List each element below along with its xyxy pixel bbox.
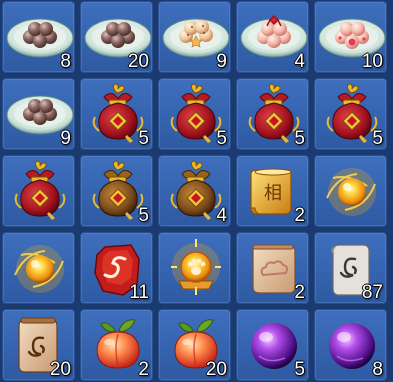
- inventory-slot[interactable]: [2, 155, 75, 227]
- item-count: 11: [129, 282, 149, 303]
- inventory-slot[interactable]: [314, 155, 387, 227]
- item-count: 2: [138, 359, 149, 380]
- item-count: 4: [216, 205, 227, 226]
- item-count: 10: [361, 51, 383, 72]
- item-count: 20: [127, 51, 149, 72]
- item-count: 5: [138, 128, 149, 149]
- inventory-slot[interactable]: 4: [236, 1, 309, 73]
- inventory-slot[interactable]: 20: [158, 309, 231, 381]
- item-count: 9: [60, 128, 71, 149]
- inventory-slot[interactable]: 9: [158, 1, 231, 73]
- inventory-slot[interactable]: 8: [314, 309, 387, 381]
- item-count: 8: [60, 51, 71, 72]
- item-count: 20: [49, 359, 71, 380]
- item-count: 9: [216, 51, 227, 72]
- item-count: 20: [205, 359, 227, 380]
- inventory-slot[interactable]: 10: [314, 1, 387, 73]
- inventory-slot[interactable]: 5: [236, 309, 309, 381]
- inventory-slot[interactable]: 11: [80, 232, 153, 304]
- inventory-slot[interactable]: 20: [80, 1, 153, 73]
- inventory-slot[interactable]: [2, 232, 75, 304]
- item-count: 5: [216, 128, 227, 149]
- inventory-slot[interactable]: 5: [80, 78, 153, 150]
- inventory-grid: 8 20 9 4 10 9 5 5 5 5 5 4 相 2 11 2 87 20…: [0, 0, 393, 382]
- item-count: 5: [372, 128, 383, 149]
- inventory-slot[interactable]: 4: [158, 155, 231, 227]
- item-count: 2: [294, 205, 305, 226]
- inventory-slot[interactable]: 2: [80, 309, 153, 381]
- item-count: 8: [372, 359, 383, 380]
- red-lucky-bag-icon: [3, 156, 75, 227]
- golden-orb-icon: [3, 233, 75, 304]
- inventory-slot[interactable]: 5: [236, 78, 309, 150]
- inventory-slot[interactable]: 5: [314, 78, 387, 150]
- inventory-slot[interactable]: 5: [158, 78, 231, 150]
- inventory-slot[interactable]: [158, 232, 231, 304]
- paw-medallion-icon: [159, 233, 231, 304]
- scroll-glyph: 相: [264, 183, 282, 204]
- item-count: 2: [294, 282, 305, 303]
- inventory-slot[interactable]: 2: [236, 232, 309, 304]
- inventory-slot[interactable]: 20: [2, 309, 75, 381]
- item-count: 5: [294, 359, 305, 380]
- item-count: 87: [361, 282, 383, 303]
- inventory-slot[interactable]: 87: [314, 232, 387, 304]
- item-count: 5: [294, 128, 305, 149]
- inventory-slot[interactable]: 8: [2, 1, 75, 73]
- item-count: 4: [294, 51, 305, 72]
- inventory-slot[interactable]: 9: [2, 78, 75, 150]
- inventory-slot[interactable]: 相 2: [236, 155, 309, 227]
- item-count: 5: [138, 205, 149, 226]
- inventory-slot[interactable]: 5: [80, 155, 153, 227]
- golden-orb-icon: [315, 156, 387, 227]
